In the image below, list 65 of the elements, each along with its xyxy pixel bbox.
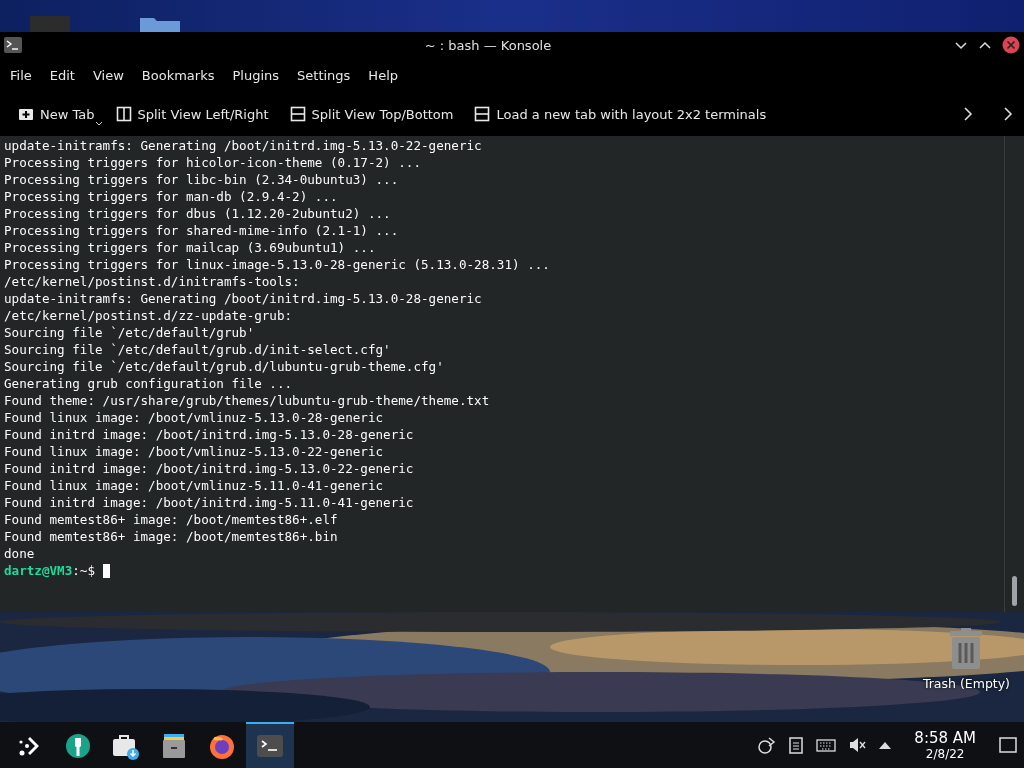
- browser-icon: [208, 732, 236, 760]
- terminal-line: Found linux image: /boot/vmlinuz-5.11.0-41-generic: [4, 477, 385, 494]
- terminal-line: done: [4, 545, 36, 562]
- text-cursor: [103, 563, 110, 578]
- terminal-line: Found theme: /usr/share/grub/themes/lubuntu-grub-theme/theme.txt: [4, 392, 491, 409]
- terminal-line: Processing triggers for dbus (1.12.20-2ubuntu2) ...: [4, 205, 392, 222]
- menu-item[interactable]: Plugins: [224, 67, 288, 83]
- menu-item[interactable]: Edit: [41, 67, 83, 83]
- terminal-line: Found memtest86+ image: /boot/memtest86+.elf: [4, 511, 339, 528]
- gear-wrench-icon: [64, 732, 92, 760]
- terminal-icon: [256, 733, 284, 759]
- terminal-line: Found initrd image: /boot/initrd.img-5.13.0-28-generic: [4, 426, 415, 443]
- chevron-right-icon: [962, 106, 974, 122]
- split-horizontal-icon: [289, 106, 306, 122]
- scrollbar-thumb[interactable]: [1012, 576, 1017, 606]
- network-icon: [758, 736, 777, 754]
- terminal-line: Processing triggers for mailcap (3.69ubuntu1) ...: [4, 239, 377, 256]
- terminal-line: Processing triggers for hicolor-icon-theme (0.17-2) ...: [4, 154, 422, 171]
- speaker-icon[interactable]: [848, 736, 867, 754]
- desktop-file-icon: [30, 14, 70, 32]
- toolbar-button[interactable]: Load a new tab with layout 2x2 terminals: [470, 102, 771, 126]
- menu-item[interactable]: Bookmarks: [133, 67, 223, 83]
- clock-date[interactable]: 2/8/22: [925, 747, 965, 761]
- menu-item[interactable]: Settings: [289, 67, 359, 83]
- terminal-line: Found initrd image: /boot/initrd.img-5.11.0-41-generic: [4, 494, 415, 511]
- close-icon: [1002, 36, 1020, 54]
- toolbar-button[interactable]: New Tab: [14, 102, 99, 126]
- file-cabinet-icon: [160, 732, 188, 760]
- terminal-line: Sourcing file `/etc/default/grub.d/init-select.cfg': [4, 341, 392, 358]
- caret-icon: [94, 121, 103, 127]
- terminal-line: Processing triggers for libc-bin (2.34-0ubuntu3) ...: [4, 171, 400, 188]
- toolbar-button[interactable]: Split View Top/Bottom: [285, 102, 458, 126]
- split-vertical-icon: [115, 106, 132, 122]
- terminal-line: /etc/kernel/postinst.d/zz-update-grub:: [4, 307, 294, 324]
- terminal-line: update-initramfs: Generating /boot/initrd.img-5.13.0-28-generic: [4, 290, 483, 307]
- prompt-user: dartz@VM3: [4, 562, 73, 579]
- keyboard-icon: [816, 737, 837, 753]
- terminal-line: Sourcing file `/etc/default/grub': [4, 324, 256, 341]
- terminal-line: Generating grub configuration file ...: [4, 375, 294, 392]
- window-title: ~ : bash — Konsole: [423, 37, 553, 53]
- terminal-line: Found linux image: /boot/vmlinuz-5.13.0-28-generic: [4, 409, 385, 426]
- terminal-line: Processing triggers for shared-mime-info (2.1-1) ...: [4, 222, 400, 239]
- terminal-line: /etc/kernel/postinst.d/initramfs-tools:: [4, 273, 301, 290]
- terminal-line: Found initrd image: /boot/initrd.img-5.13.0-22-generic: [4, 460, 415, 477]
- terminal-line: Found memtest86+ image: /boot/memtest86+.bin: [4, 528, 339, 545]
- prompt-path: :~$: [72, 562, 95, 579]
- toolbar-button[interactable]: Split View Left/Right: [111, 102, 273, 126]
- terminal-line: update-initramfs: Generating /boot/initrd.img-5.13.0-22-generic: [4, 137, 483, 154]
- split-horizontal-icon: [474, 106, 491, 122]
- trash-label[interactable]: Trash (Empty): [922, 676, 1010, 691]
- show-desktop-icon: [998, 736, 1018, 754]
- menu-item[interactable]: File: [2, 67, 40, 83]
- bag-icon: [111, 732, 141, 760]
- chevron-right-icon: [1002, 106, 1014, 122]
- terminal-icon: [4, 37, 22, 53]
- new-tab-icon: [18, 106, 34, 122]
- clipboard-icon: [788, 736, 805, 754]
- terminal-line: Processing triggers for linux-image-5.13.0-28-generic (5.13.0-28.31) ...: [4, 256, 551, 273]
- clock-time[interactable]: 8:58 AM: [914, 729, 976, 747]
- terminal-line: Processing triggers for man-db (2.9.4-2) ...: [4, 188, 339, 205]
- menu-item[interactable]: Help: [360, 67, 406, 83]
- caret-up-icon: [878, 740, 893, 750]
- terminal-line: Found linux image: /boot/vmlinuz-5.13.0-22-generic: [4, 443, 385, 460]
- terminal-line: Sourcing file `/etc/default/grub.d/lubuntu-grub-theme.cfg': [4, 358, 445, 375]
- menu-item[interactable]: View: [84, 67, 132, 83]
